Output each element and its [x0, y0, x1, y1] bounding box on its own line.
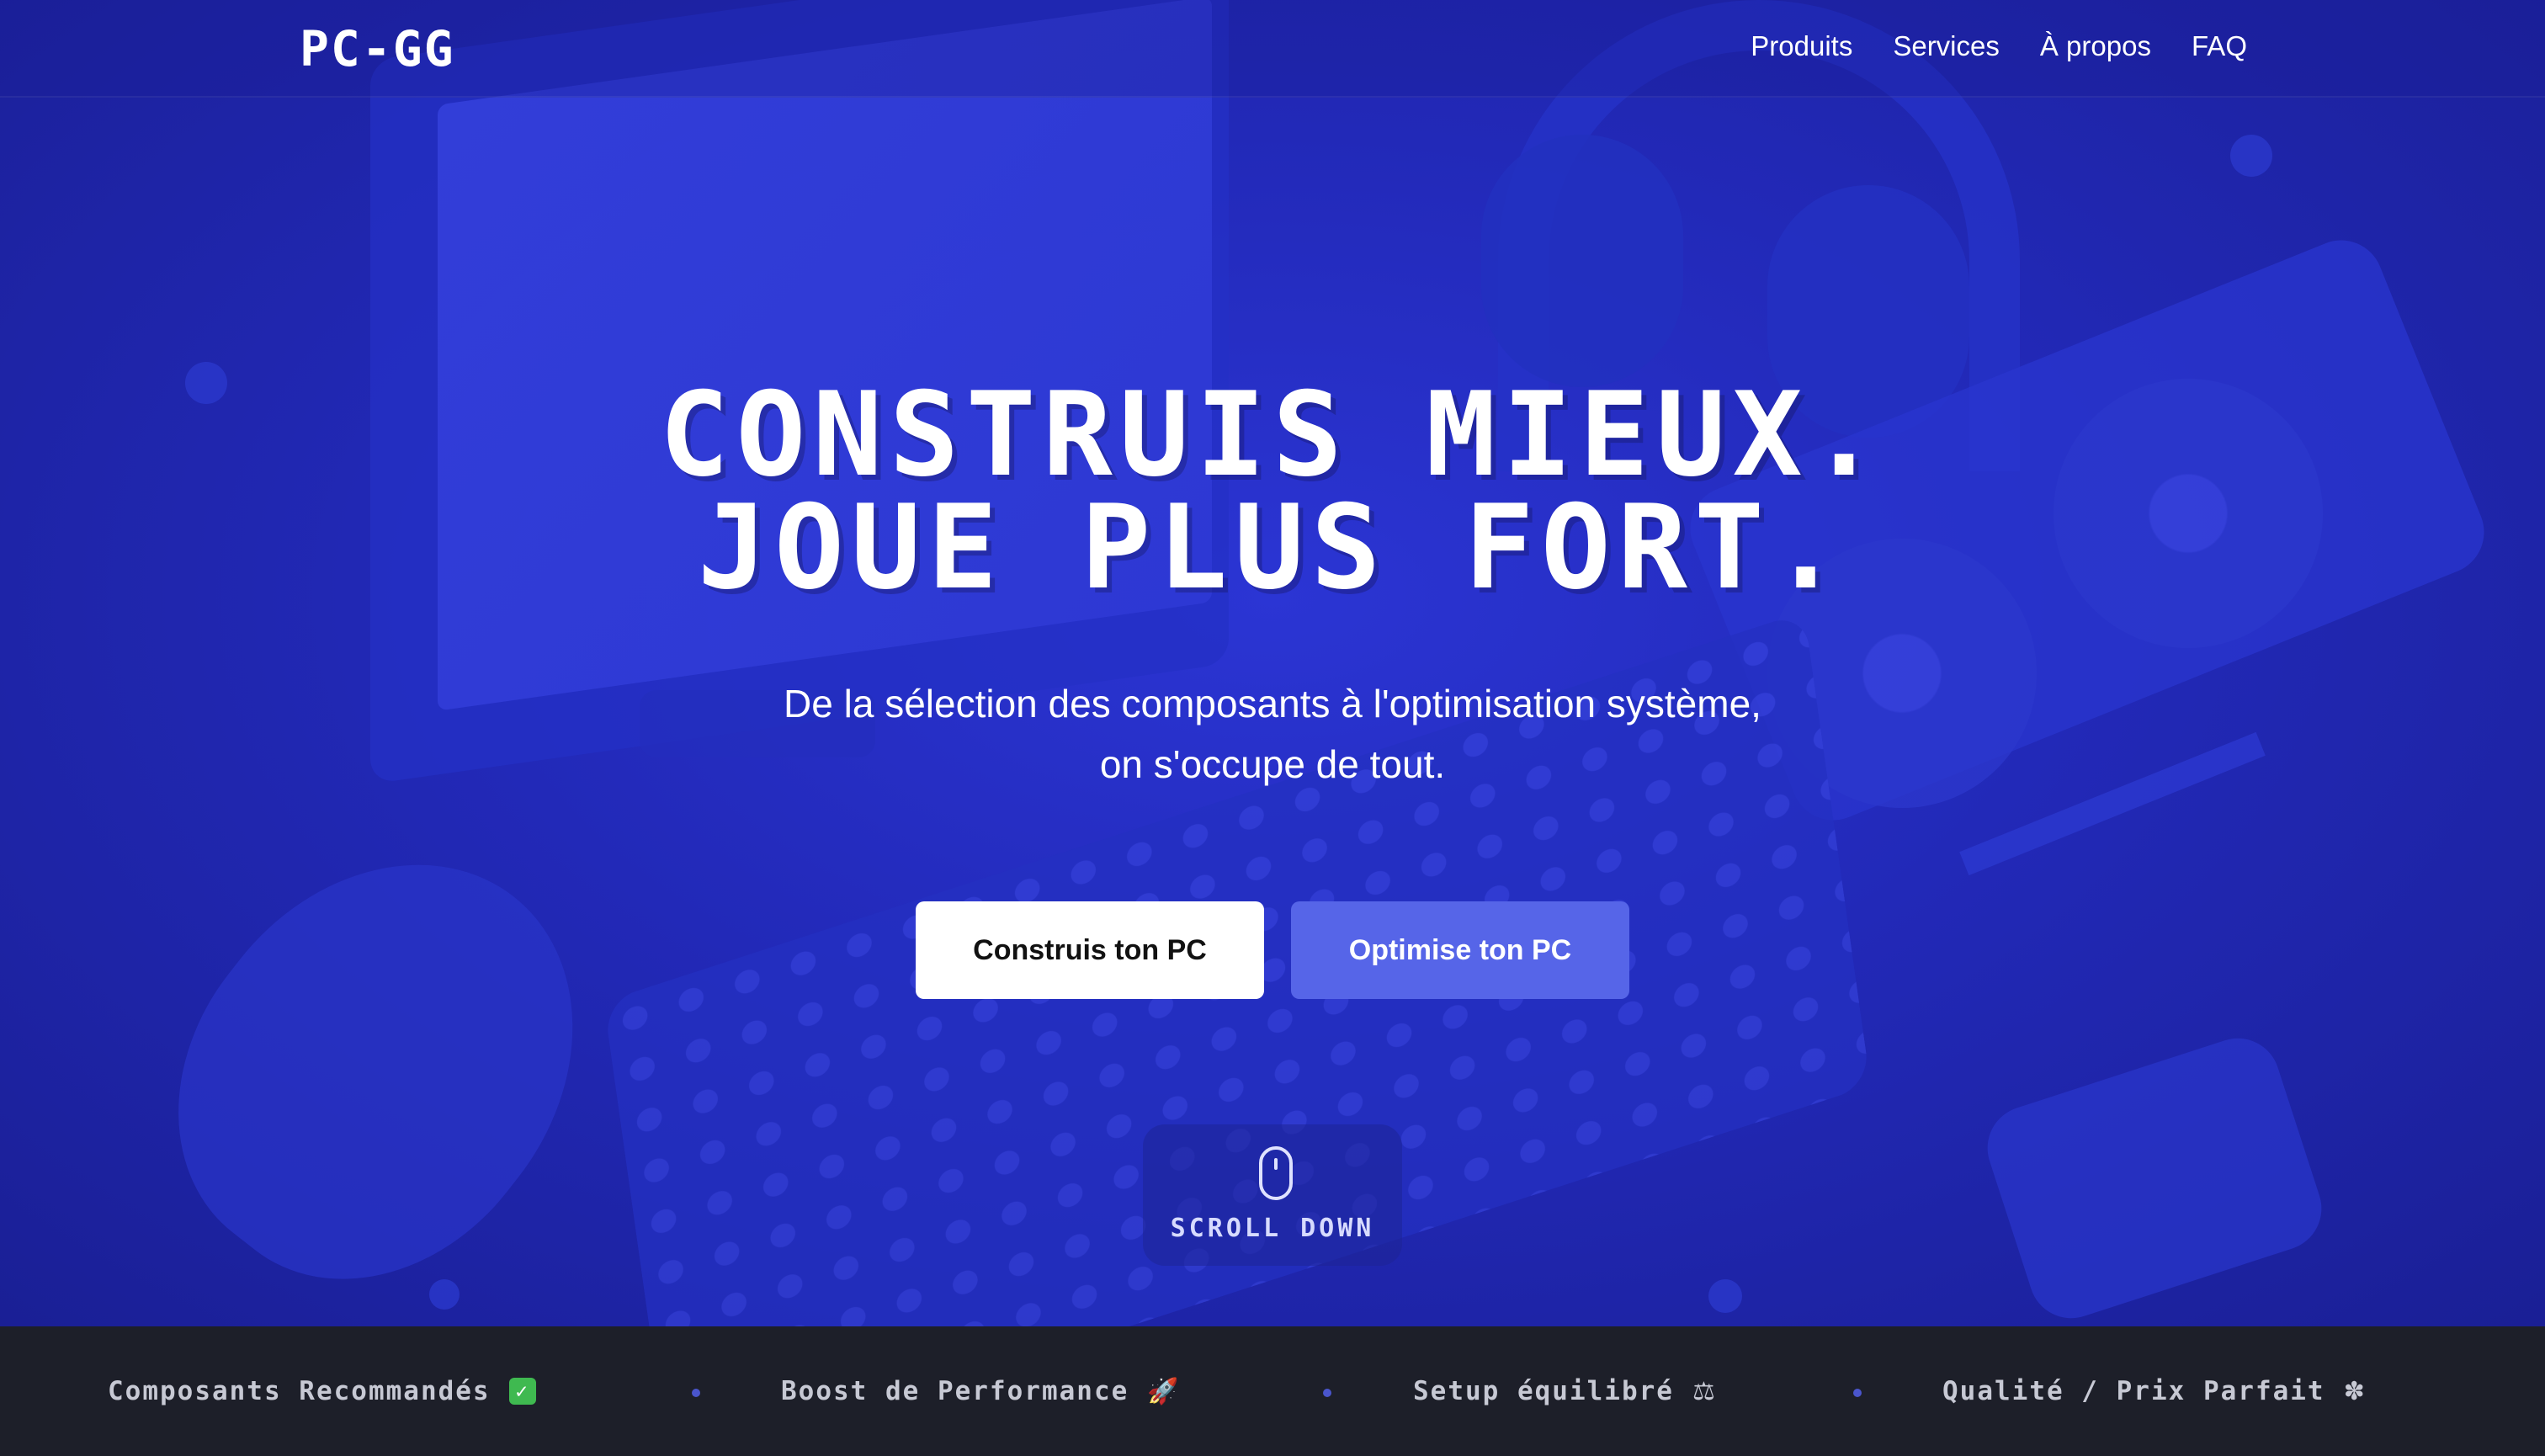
- balance-scale-icon: ⚖: [1692, 1376, 1717, 1406]
- top-navbar: PC-GG Produits Services À propos FAQ: [0, 0, 2545, 98]
- cta-buttons: Construis ton PC Optimise ton PC: [0, 901, 2545, 999]
- ticker-item-label: Composants Recommandés: [108, 1376, 491, 1406]
- ticker-item-label: Setup équilibré: [1413, 1376, 1674, 1406]
- build-pc-button[interactable]: Construis ton PC: [916, 901, 1264, 999]
- site-logo[interactable]: PC-GG: [300, 20, 455, 77]
- nav-link-faq[interactable]: FAQ: [2192, 30, 2247, 62]
- decor-dot: [1708, 1279, 1742, 1313]
- hero-headline: CONSTRUIS MIEUX. JOUE PLUS FORT.: [0, 377, 2545, 606]
- hero-subtitle: De la sélection des composants à l'optim…: [0, 673, 2545, 794]
- headphones-ear-left-illustration: [1481, 135, 1683, 387]
- nav-link-services[interactable]: Services: [1893, 30, 2000, 62]
- decor-dot: [429, 1279, 460, 1310]
- subtitle-line-2: on s'occupe de tout.: [1099, 742, 1446, 786]
- hero-section: PC-GG Produits Services À propos FAQ CON…: [0, 0, 2545, 1326]
- ticker-separator-dot: [1853, 1389, 1862, 1397]
- ticker-separator-dot: [1323, 1389, 1331, 1397]
- nav-links: Produits Services À propos FAQ: [1751, 30, 2247, 62]
- ticker-separator-dot: [692, 1389, 700, 1397]
- ticker-item: Qualité / Prix Parfait ✽: [1942, 1326, 2367, 1456]
- scroll-down-indicator[interactable]: SCROLL DOWN: [1143, 1124, 1402, 1266]
- scroll-down-label: SCROLL DOWN: [1170, 1214, 1375, 1243]
- headline-line-2: JOUE PLUS FORT.: [697, 480, 1848, 615]
- nav-link-a-propos[interactable]: À propos: [2040, 30, 2151, 62]
- mouse-illustration: [104, 787, 653, 1326]
- nav-link-produits[interactable]: Produits: [1751, 30, 1852, 62]
- rocket-icon: 🚀: [1147, 1376, 1181, 1406]
- ticker-item: Composants Recommandés ✓: [108, 1326, 536, 1456]
- optimize-pc-button[interactable]: Optimise ton PC: [1291, 901, 1629, 999]
- ticker-item-label: Qualité / Prix Parfait: [1942, 1376, 2325, 1406]
- check-mark-icon: ✓: [508, 1378, 536, 1405]
- ticker-item: Setup équilibré ⚖: [1413, 1326, 1717, 1456]
- mouse-icon: [1259, 1146, 1293, 1200]
- subtitle-line-1: De la sélection des composants à l'optim…: [784, 682, 1761, 725]
- feature-ticker: Composants Recommandés ✓ Boost de Perfor…: [0, 1326, 2545, 1456]
- ticker-item-label: Boost de Performance: [781, 1376, 1129, 1406]
- pinwheel-icon: ✽: [2343, 1376, 2367, 1406]
- ticker-item: Boost de Performance 🚀: [781, 1326, 1181, 1456]
- mousepad-illustration: [1976, 1027, 2333, 1326]
- decor-dot: [2230, 135, 2272, 177]
